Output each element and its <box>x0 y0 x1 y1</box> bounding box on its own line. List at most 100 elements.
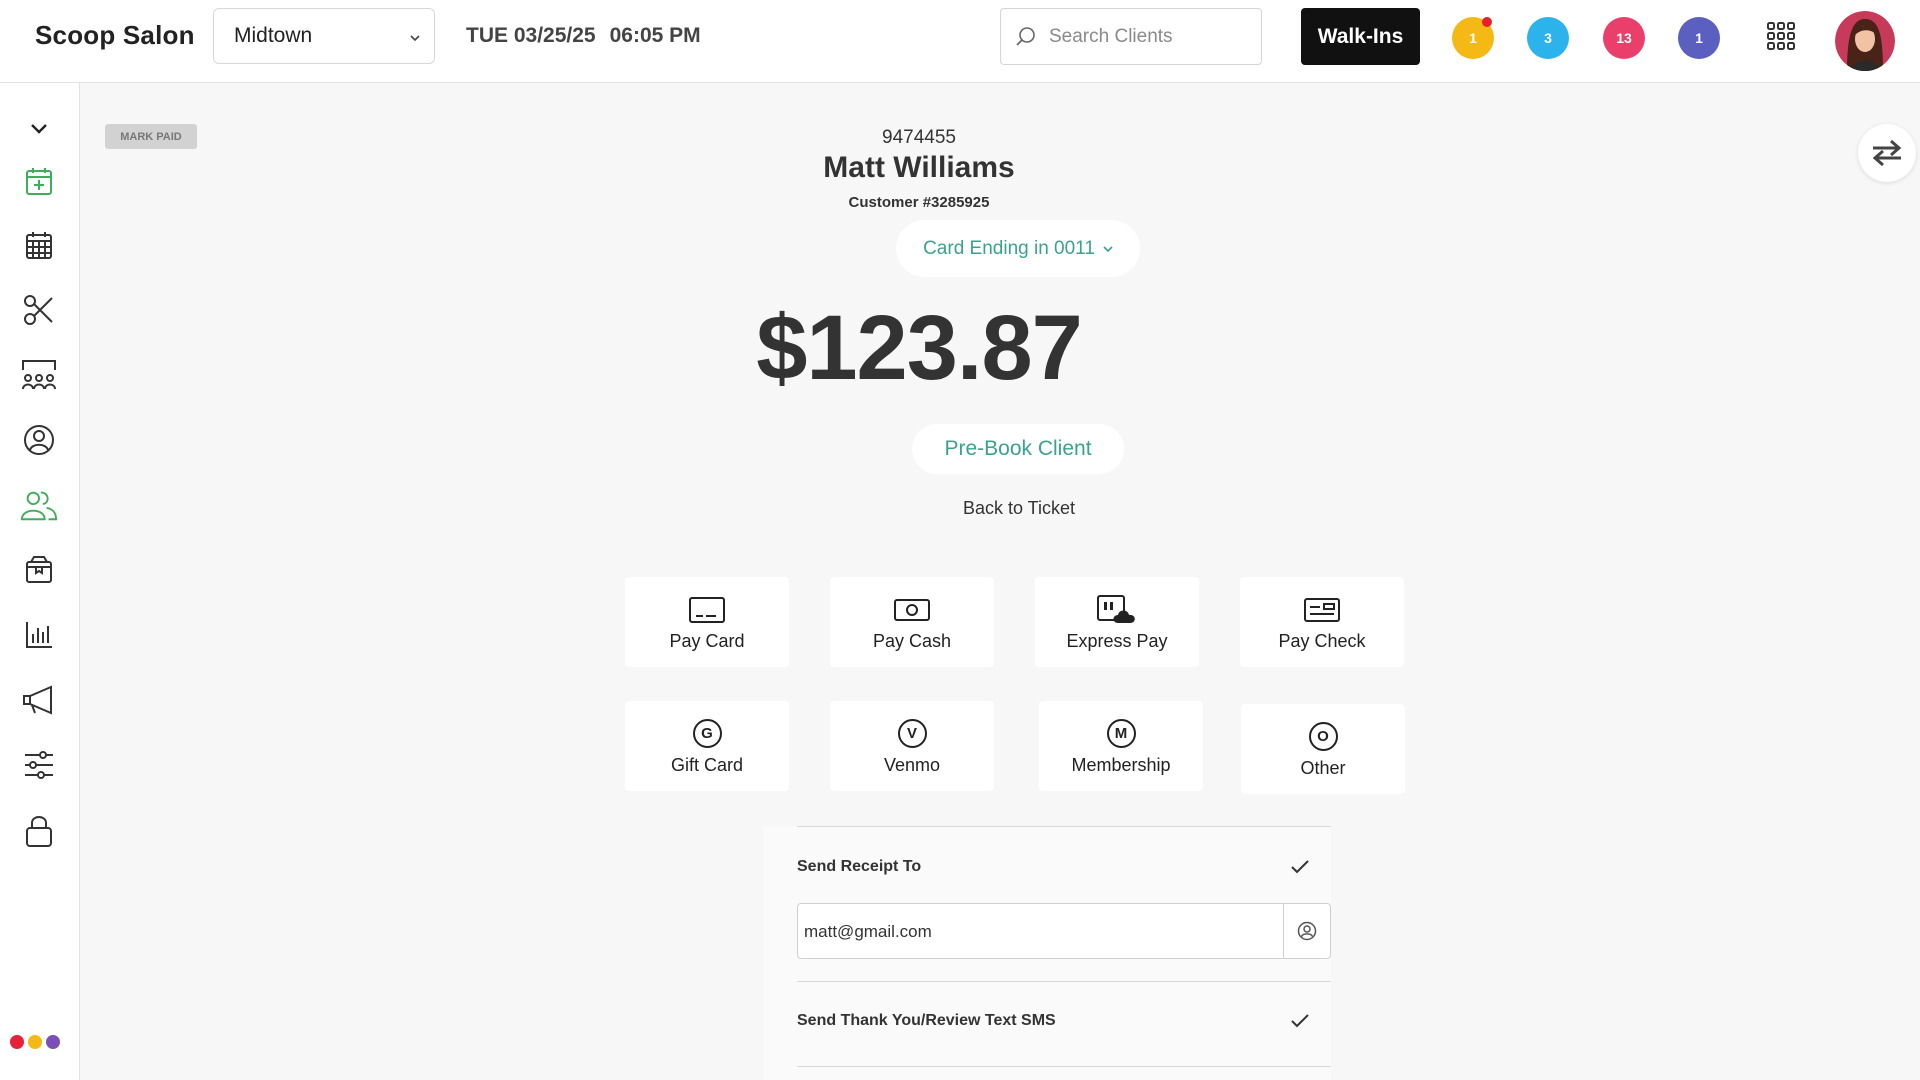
email-field-wrapper <box>797 903 1331 959</box>
bar-chart-icon <box>26 622 52 648</box>
divider <box>797 826 1331 827</box>
swap-arrows-icon <box>1872 139 1902 167</box>
sidebar-item-staff[interactable] <box>20 356 58 394</box>
checkmark-icon[interactable] <box>1291 860 1309 874</box>
divider <box>797 981 1331 982</box>
cash-icon <box>894 598 930 621</box>
gift-card-icon: G <box>692 719 722 748</box>
pre-book-client-button[interactable]: Pre-Book Client <box>912 424 1124 474</box>
pay-cash-button[interactable]: Pay Cash <box>830 577 994 667</box>
ticket-number: 9474455 <box>882 127 956 148</box>
brand-name: Scoop Salon <box>35 20 195 50</box>
badge-count: 13 <box>1616 30 1632 46</box>
megaphone-icon <box>23 685 52 715</box>
user-avatar[interactable] <box>1835 11 1895 71</box>
scissors-icon <box>24 295 53 325</box>
checkmark-icon[interactable] <box>1291 1014 1309 1028</box>
badge-count: 1 <box>1695 30 1703 46</box>
receipt-email-input[interactable] <box>804 918 1274 946</box>
sidebar-item-products[interactable] <box>20 551 58 589</box>
sidebar-item-profile[interactable] <box>20 421 58 459</box>
express-pay-button[interactable]: Express Pay <box>1035 577 1199 667</box>
sidebar-item-calendar[interactable] <box>20 226 58 264</box>
location-value: Midtown <box>234 24 313 47</box>
notification-badge[interactable]: 1 <box>1452 17 1494 59</box>
brand-dot <box>28 1035 42 1049</box>
back-to-ticket-link[interactable]: Back to Ticket <box>917 498 1121 519</box>
chevron-down-icon <box>1103 245 1113 252</box>
chevron-down-icon <box>410 35 420 42</box>
other-payment-label: Other <box>1300 757 1346 778</box>
user-circle-icon <box>1297 921 1317 941</box>
badge-count: 3 <box>1544 30 1552 46</box>
sidebar-item-new-appointment[interactable] <box>20 162 58 200</box>
search-input[interactable] <box>1049 23 1249 51</box>
pay-card-label: Pay Card <box>669 630 745 651</box>
sidebar-item-services[interactable] <box>20 291 58 329</box>
current-date: TUE 03/25/25 <box>466 24 596 47</box>
badge-count: 1 <box>1469 30 1477 46</box>
user-circle-icon <box>24 425 54 455</box>
checkout-panel: MARK PAID 9474455 Matt Williams Customer… <box>81 84 1920 1080</box>
other-payment-icon: O <box>1308 722 1338 751</box>
client-name: Matt Williams <box>823 151 1015 184</box>
express-pay-label: Express Pay <box>1066 630 1168 651</box>
sidebar-item-marketing[interactable] <box>20 681 58 719</box>
calendar-grid-icon <box>26 232 52 259</box>
membership-button[interactable]: M Membership <box>1039 701 1203 791</box>
pay-check-button[interactable]: Pay Check <box>1240 577 1404 667</box>
alert-dot <box>1482 17 1492 27</box>
customer-number: Customer #3285925 <box>848 194 990 211</box>
sidebar-item-collapse[interactable] <box>20 110 58 148</box>
walk-ins-button[interactable]: Walk-Ins <box>1301 8 1420 65</box>
sidebar-item-settings[interactable] <box>20 746 58 784</box>
venmo-button[interactable]: V Venmo <box>830 701 994 791</box>
brand-dots <box>10 1035 60 1049</box>
current-time: 06:05 PM <box>609 24 701 47</box>
notification-badge[interactable]: 13 <box>1603 17 1645 59</box>
gift-card-button[interactable]: G Gift Card <box>625 701 789 791</box>
pay-cash-label: Pay Cash <box>872 630 952 651</box>
current-datetime: TUE 03/25/25 06:05 PM <box>466 24 701 48</box>
pay-card-button[interactable]: Pay Card <box>625 577 789 667</box>
location-select[interactable]: Midtown <box>213 8 435 64</box>
venmo-icon: V <box>897 719 927 748</box>
lock-icon <box>26 816 52 847</box>
brand-dot <box>46 1035 60 1049</box>
product-box-icon <box>26 556 52 583</box>
pay-check-label: Pay Check <box>1278 630 1366 651</box>
sliders-icon <box>25 751 53 779</box>
calendar-add-icon <box>26 168 52 195</box>
express-pay-icon <box>1097 594 1135 623</box>
switch-button[interactable] <box>1858 124 1916 182</box>
sidebar-item-clients[interactable] <box>20 486 58 524</box>
membership-label: Membership <box>1071 754 1171 775</box>
app-grid-icon[interactable] <box>1766 21 1796 51</box>
top-bar: Scoop Salon Midtown TUE 03/25/25 06:05 PM… <box>0 0 1920 83</box>
divider <box>797 1066 1331 1067</box>
card-icon <box>689 596 725 623</box>
search-icon <box>1016 27 1035 46</box>
staff-group-icon <box>22 360 56 390</box>
gift-card-label: Gift Card <box>670 754 744 775</box>
venmo-label: Venmo <box>883 754 941 775</box>
receipt-options: Send Receipt To Send Thank You/Review Te… <box>763 826 1331 1080</box>
card-selector[interactable]: Card Ending in 0011 <box>896 220 1140 277</box>
check-icon <box>1304 597 1340 622</box>
search-box[interactable] <box>1000 8 1262 65</box>
send-receipt-label: Send Receipt To <box>797 858 922 875</box>
brand-dot <box>10 1035 24 1049</box>
client-lookup-button[interactable] <box>1283 904 1330 958</box>
amount-due: $123.87 <box>756 297 1083 399</box>
notification-badge[interactable]: 1 <box>1678 17 1720 59</box>
chevron-down-icon <box>31 124 47 134</box>
clients-icon <box>20 491 58 521</box>
sidebar-item-lock[interactable] <box>20 812 58 850</box>
sidebar <box>0 83 80 1080</box>
notification-badge[interactable]: 3 <box>1527 17 1569 59</box>
send-sms-label: Send Thank You/Review Text SMS <box>797 1012 1056 1029</box>
sidebar-item-reports[interactable] <box>20 616 58 654</box>
membership-icon: M <box>1106 719 1136 748</box>
card-label: Card Ending in 0011 <box>923 237 1095 259</box>
other-payment-button[interactable]: O Other <box>1241 704 1405 794</box>
